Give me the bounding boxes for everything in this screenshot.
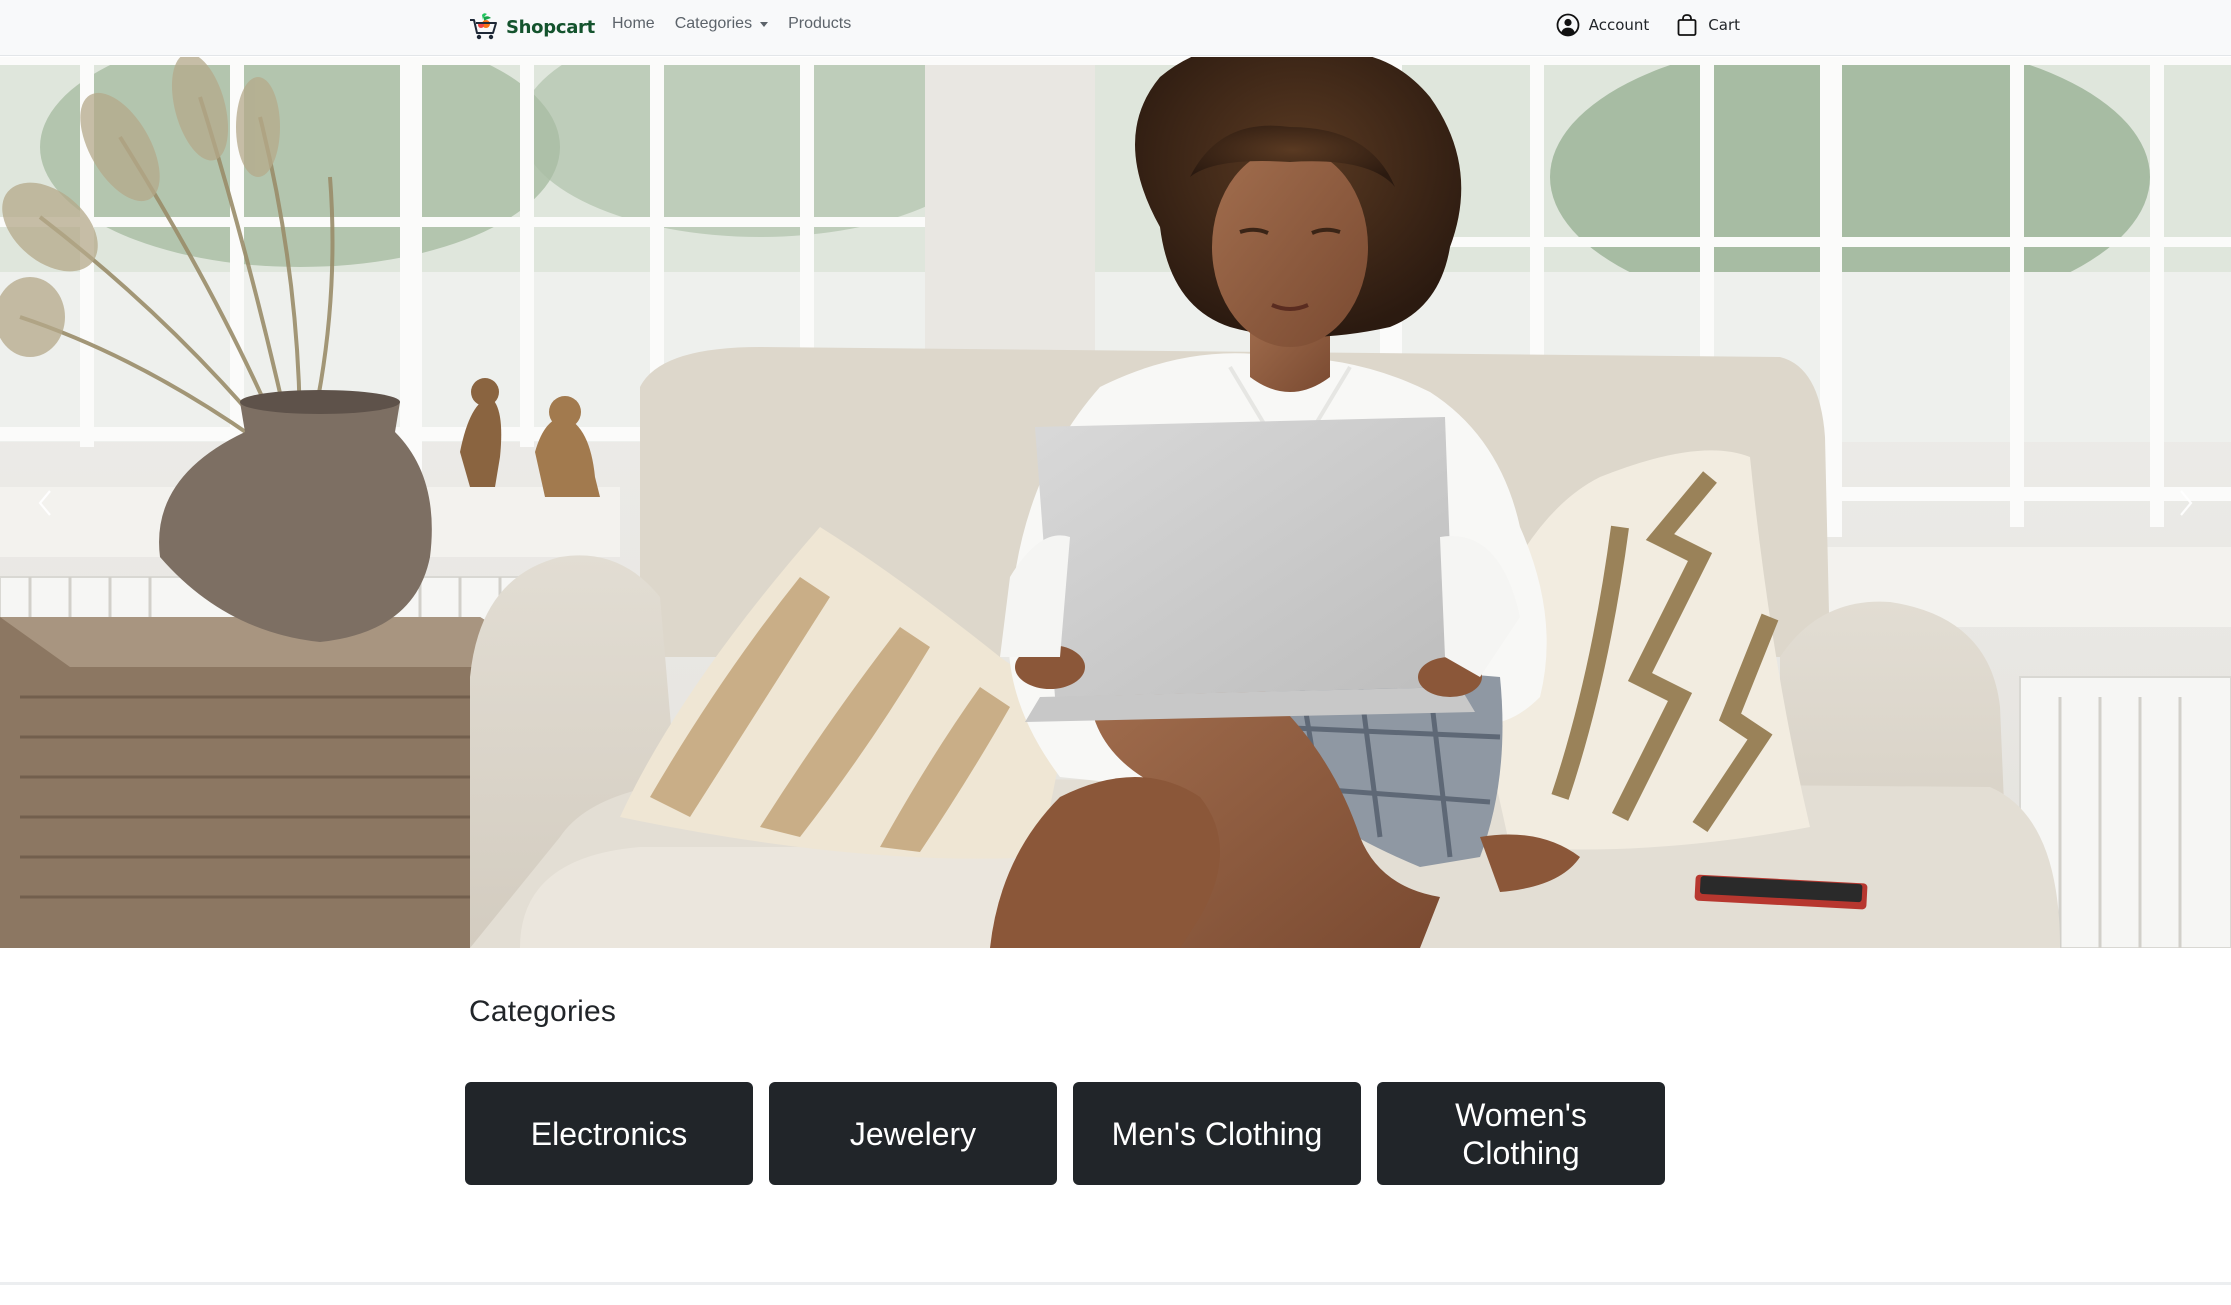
nav-link-home[interactable]: Home (612, 15, 655, 33)
brand-link[interactable]: Shopcart (468, 10, 595, 44)
cart-link[interactable]: Cart (1675, 13, 1740, 37)
shopping-cart-logo-icon (470, 13, 497, 40)
category-card-electronics[interactable]: Electronics (465, 1082, 753, 1185)
caret-down-icon (760, 21, 769, 27)
chevron-right-icon (2180, 489, 2193, 516)
nav-link-categories-label: Categories (674, 15, 753, 32)
category-card-womens-clothing[interactable]: Women's Clothing (1377, 1082, 1665, 1185)
nav-link-categories-dropdown[interactable]: Categories (674, 15, 769, 33)
brand-name: Shopcart (506, 16, 595, 38)
category-card-jewelery[interactable]: Jewelery (769, 1082, 1057, 1185)
navbar-container: Shopcart Home Categories Products Accoun… (466, 0, 1742, 56)
user-circle-icon (1556, 13, 1580, 37)
chevron-left-icon (38, 489, 51, 516)
category-grid: Electronics Jewelery Men's Clothing Wome… (465, 1082, 1681, 1185)
category-card-mens-clothing[interactable]: Men's Clothing (1073, 1082, 1361, 1185)
account-label: Account (1588, 16, 1650, 34)
nav-link-products[interactable]: Products (788, 15, 851, 33)
nav-actions: Account Cart (1530, 13, 1740, 37)
hero-carousel (0, 57, 2231, 948)
categories-heading: Categories (469, 995, 617, 1028)
shopping-bag-icon (1677, 14, 1697, 36)
hero-image (0, 57, 2231, 948)
nav-links: Home Categories Products (612, 15, 871, 33)
account-link[interactable]: Account (1556, 13, 1650, 37)
navbar: Shopcart Home Categories Products Accoun… (0, 0, 2231, 56)
carousel-next-button[interactable] (2141, 57, 2231, 948)
cart-label: Cart (1708, 16, 1740, 34)
page-divider (0, 1282, 2231, 1285)
carousel-prev-button[interactable] (0, 57, 90, 948)
